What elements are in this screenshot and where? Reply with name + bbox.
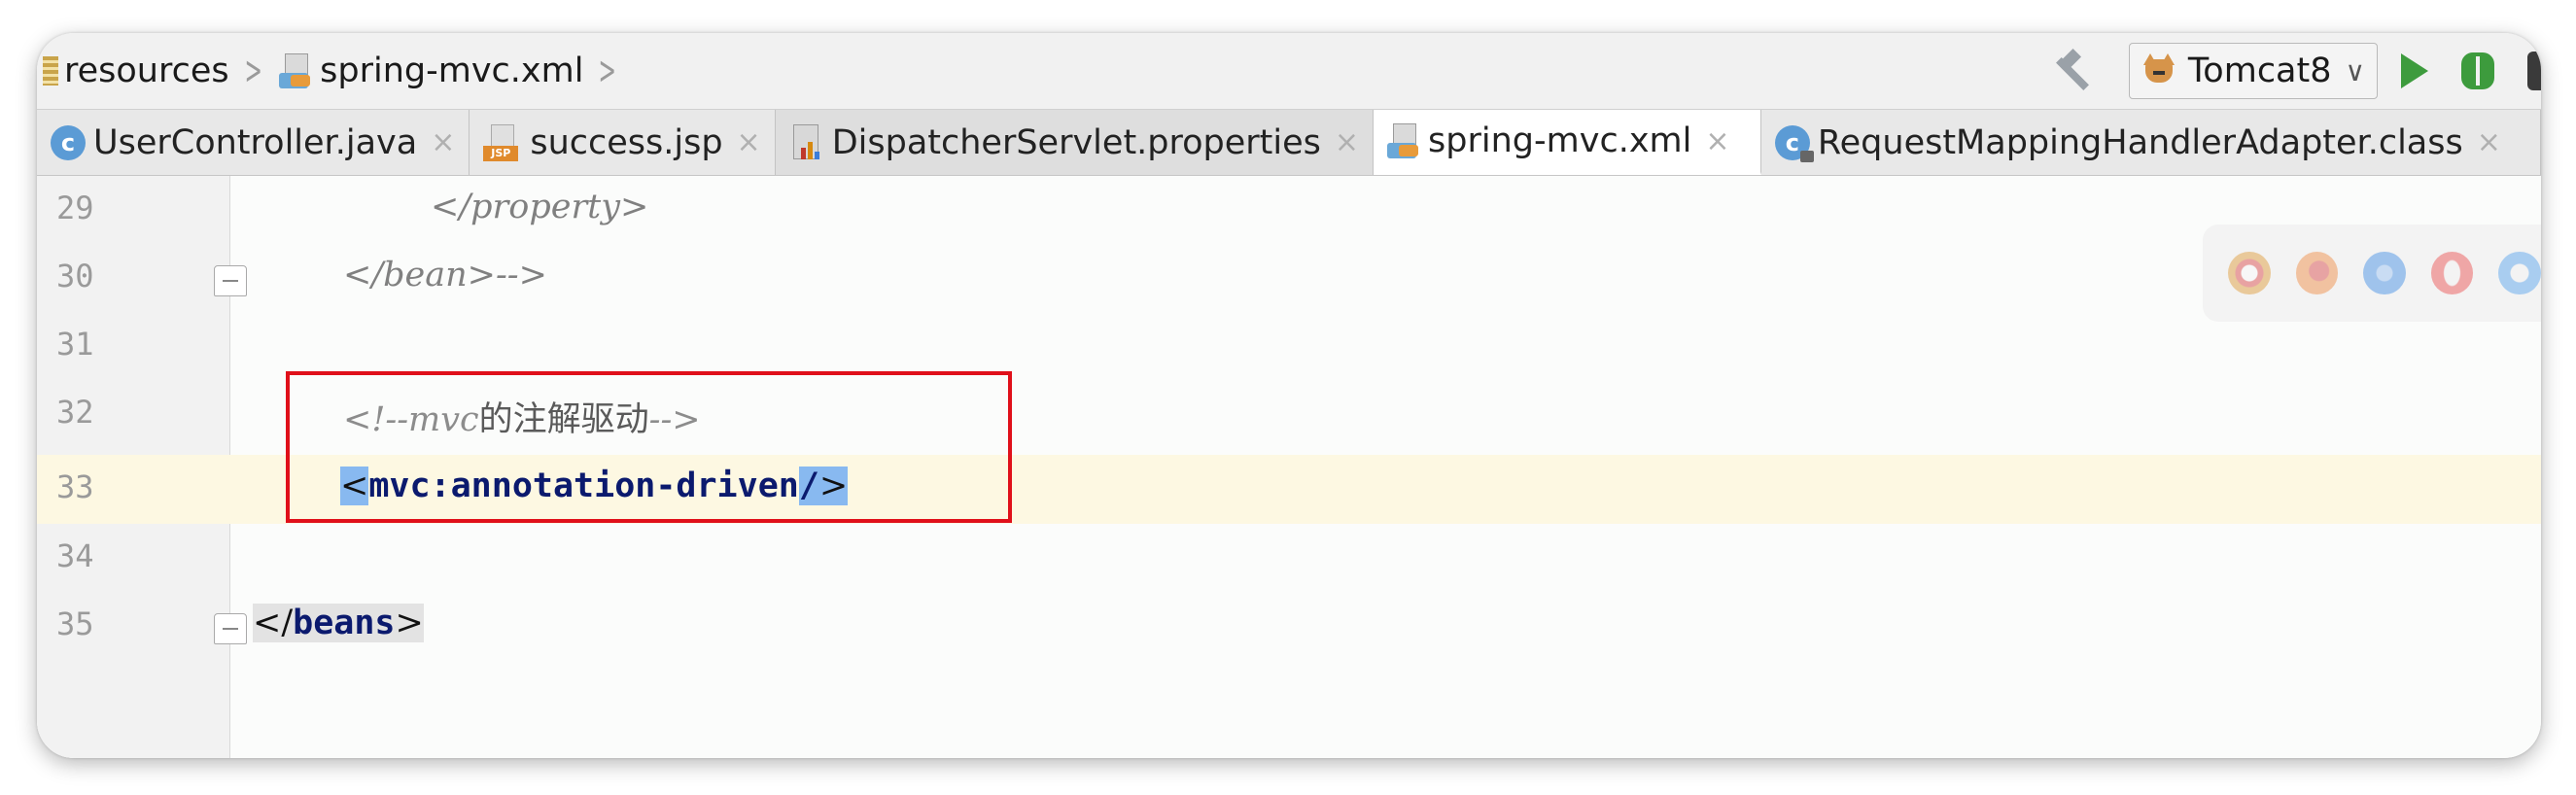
bracket-open: </	[253, 604, 294, 642]
toolbar-right: Tomcat8 ∨	[2051, 33, 2541, 109]
tomcat-icon	[2140, 52, 2178, 90]
fold-icon[interactable]	[214, 265, 247, 296]
debug-icon[interactable]	[2461, 52, 2494, 89]
xml-file-icon	[279, 53, 312, 88]
run-icon[interactable]	[2401, 53, 2428, 88]
properties-file-icon	[789, 123, 824, 161]
breadcrumb-separator: >	[598, 49, 617, 93]
line-number: 30	[56, 258, 94, 294]
tab-spring-mvc-xml[interactable]: spring-mvc.xml ×	[1374, 110, 1761, 175]
opera-icon[interactable]	[2430, 252, 2474, 294]
tab-success-jsp[interactable]: JSP success.jsp ×	[470, 110, 776, 175]
breadcrumb: resources > spring-mvc.xml >	[37, 49, 634, 93]
bracket-close: >	[395, 604, 424, 642]
code-text: </property>	[431, 188, 649, 226]
hammer-icon[interactable]	[2051, 49, 2096, 93]
xml-file-icon	[1387, 123, 1420, 158]
tab-label: RequestMappingHandlerAdapter.class	[1817, 122, 2463, 162]
close-icon[interactable]: ×	[1705, 124, 1729, 158]
close-icon[interactable]: ×	[1335, 125, 1359, 159]
code-line: 34	[37, 524, 2541, 592]
coverage-icon[interactable]	[2527, 52, 2541, 90]
line-number: 31	[56, 326, 94, 363]
ide-window: resources > spring-mvc.xml > Tomcat8 ∨ c…	[37, 33, 2541, 758]
code-line: 35 </beans>	[37, 592, 2541, 660]
highlight-box	[286, 371, 1012, 523]
chrome-icon[interactable]	[2228, 252, 2271, 294]
code-line: 30 </bean>-->	[37, 244, 2541, 312]
line-number: 29	[56, 190, 94, 226]
breadcrumb-item-file[interactable]: spring-mvc.xml	[320, 52, 583, 90]
run-config-select[interactable]: Tomcat8 ∨	[2128, 43, 2378, 99]
firefox-icon[interactable]	[2295, 252, 2339, 294]
close-icon[interactable]: ×	[737, 125, 761, 159]
editor-tab-bar: c UserController.java × JSP success.jsp …	[37, 110, 2541, 176]
class-file-icon: c	[1774, 124, 1814, 162]
java-class-icon: c	[51, 124, 86, 160]
tab-label: success.jsp	[530, 122, 723, 162]
breadcrumb-item-resources[interactable]: resources	[64, 52, 229, 90]
line-number: 33	[56, 468, 94, 505]
tab-label: UserController.java	[93, 122, 418, 162]
close-icon[interactable]: ×	[2477, 125, 2501, 159]
tab-dispatcherservlet-properties[interactable]: DispatcherServlet.properties ×	[775, 110, 1375, 175]
line-number: 35	[56, 605, 94, 642]
jsp-file-icon: JSP	[483, 123, 522, 161]
line-number: 32	[56, 394, 94, 431]
tab-label: spring-mvc.xml	[1428, 121, 1692, 160]
run-config-label: Tomcat8	[2187, 52, 2332, 90]
safari-icon[interactable]	[2363, 252, 2406, 294]
close-icon[interactable]: ×	[431, 125, 455, 159]
chevron-down-icon: ∨	[2345, 54, 2366, 87]
tag-name: beans	[293, 604, 396, 642]
tab-label: DispatcherServlet.properties	[831, 122, 1321, 162]
code-text: </bean>-->	[343, 256, 547, 294]
line-number: 34	[56, 537, 94, 574]
folder-icon	[43, 56, 58, 86]
browser-preview-bar	[2203, 225, 2541, 322]
code-line: 31	[37, 312, 2541, 380]
navigation-bar: resources > spring-mvc.xml > Tomcat8 ∨	[37, 33, 2541, 110]
tab-usercontroller[interactable]: c UserController.java ×	[37, 110, 470, 175]
ie-icon[interactable]	[2498, 252, 2541, 294]
fold-icon[interactable]	[214, 613, 247, 644]
breadcrumb-separator: >	[244, 49, 262, 93]
code-editor[interactable]: 29 </property> 30 </bean>--> 31 32 <!--m…	[37, 176, 2541, 758]
code-line: 29 </property>	[37, 176, 2541, 244]
tab-requestmappinghandleradapter[interactable]: c RequestMappingHandlerAdapter.class ×	[1761, 110, 2541, 175]
code-tag: </beans>	[253, 604, 424, 642]
